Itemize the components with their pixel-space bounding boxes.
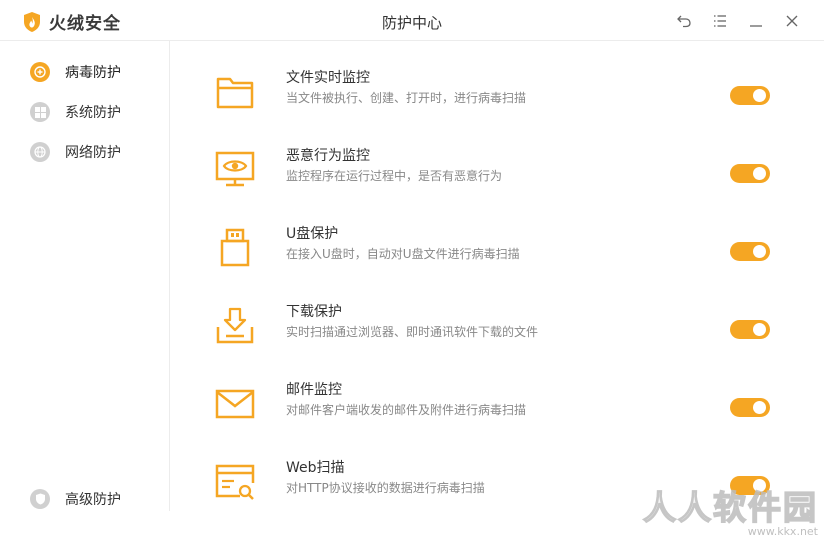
download-protection-toggle[interactable] [730, 320, 770, 339]
monitor-eye-icon [215, 151, 255, 187]
toggle-knob [753, 323, 766, 336]
row-title: 文件实时监控 [286, 70, 370, 86]
minimize-icon[interactable] [746, 11, 766, 31]
row-description: 实时扫描通过浏览器、即时通讯软件下载的文件 [286, 325, 539, 339]
row-title: Web扫描 [286, 460, 345, 476]
behavior-monitor-toggle[interactable] [730, 164, 770, 183]
mail-icon [215, 389, 255, 419]
sidebar-item-label: 系统防护 [65, 105, 121, 121]
file-monitor-toggle[interactable] [730, 86, 770, 105]
watermark-title: 人人软件园 [642, 488, 818, 527]
sidebar-item-virus-protection[interactable]: 病毒防护 [30, 61, 121, 83]
sidebar-item-network-protection[interactable]: 网络防护 [30, 141, 121, 163]
network-icon [30, 142, 50, 162]
row-description: 监控程序在运行过程中，是否有恶意行为 [286, 169, 503, 183]
row-title: 下载保护 [286, 304, 342, 320]
row-title: U盘保护 [286, 226, 339, 242]
sidebar: 病毒防护 系统防护 网络防护 高级防护 [0, 41, 170, 511]
sidebar-item-advanced-protection[interactable]: 高级防护 [30, 488, 121, 510]
close-icon[interactable] [782, 11, 802, 31]
row-description: 在接入U盘时，自动对U盘文件进行病毒扫描 [286, 247, 520, 261]
windows-icon [30, 102, 50, 122]
row-title: 邮件监控 [286, 382, 342, 398]
sidebar-item-label: 病毒防护 [65, 65, 121, 81]
sidebar-item-label: 高级防护 [65, 492, 121, 508]
protection-row-download-protection: 下载保护 实时扫描通过浏览器、即时通讯软件下载的文件 [200, 301, 800, 361]
protection-row-usb-protection: U盘保护 在接入U盘时，自动对U盘文件进行病毒扫描 [200, 223, 800, 283]
row-title: 恶意行为监控 [286, 148, 370, 164]
download-icon [216, 307, 254, 344]
row-description: 对邮件客户端收发的邮件及附件进行病毒扫描 [286, 403, 527, 417]
toggle-knob [753, 167, 766, 180]
toggle-knob [753, 401, 766, 414]
watermark: 人人软件园 www.kkx.net [642, 488, 818, 538]
toggle-knob [753, 89, 766, 102]
menu-icon[interactable] [710, 11, 730, 31]
folder-icon [216, 77, 254, 109]
sidebar-item-system-protection[interactable]: 系统防护 [30, 101, 121, 123]
plus-circle-icon [30, 62, 50, 82]
sidebar-item-label: 网络防护 [65, 145, 121, 161]
back-icon[interactable] [674, 11, 694, 31]
row-description: 当文件被执行、创建、打开时，进行病毒扫描 [286, 91, 527, 105]
title-bar: 火绒安全 防护中心 [0, 0, 824, 41]
toggle-knob [753, 245, 766, 258]
mail-monitor-toggle[interactable] [730, 398, 770, 417]
shield-icon [30, 489, 50, 509]
usb-protection-toggle[interactable] [730, 242, 770, 261]
window-title: 防护中心 [381, 14, 442, 32]
protection-row-behavior-monitor: 恶意行为监控 监控程序在运行过程中，是否有恶意行为 [200, 145, 800, 205]
usb-icon [220, 228, 250, 267]
web-scan-icon [215, 464, 255, 500]
protection-row-file-monitor: 文件实时监控 当文件被执行、创建、打开时，进行病毒扫描 [200, 67, 800, 127]
protection-row-mail-monitor: 邮件监控 对邮件客户端收发的邮件及附件进行病毒扫描 [200, 379, 800, 439]
row-description: 对HTTP协议接收的数据进行病毒扫描 [286, 481, 485, 495]
